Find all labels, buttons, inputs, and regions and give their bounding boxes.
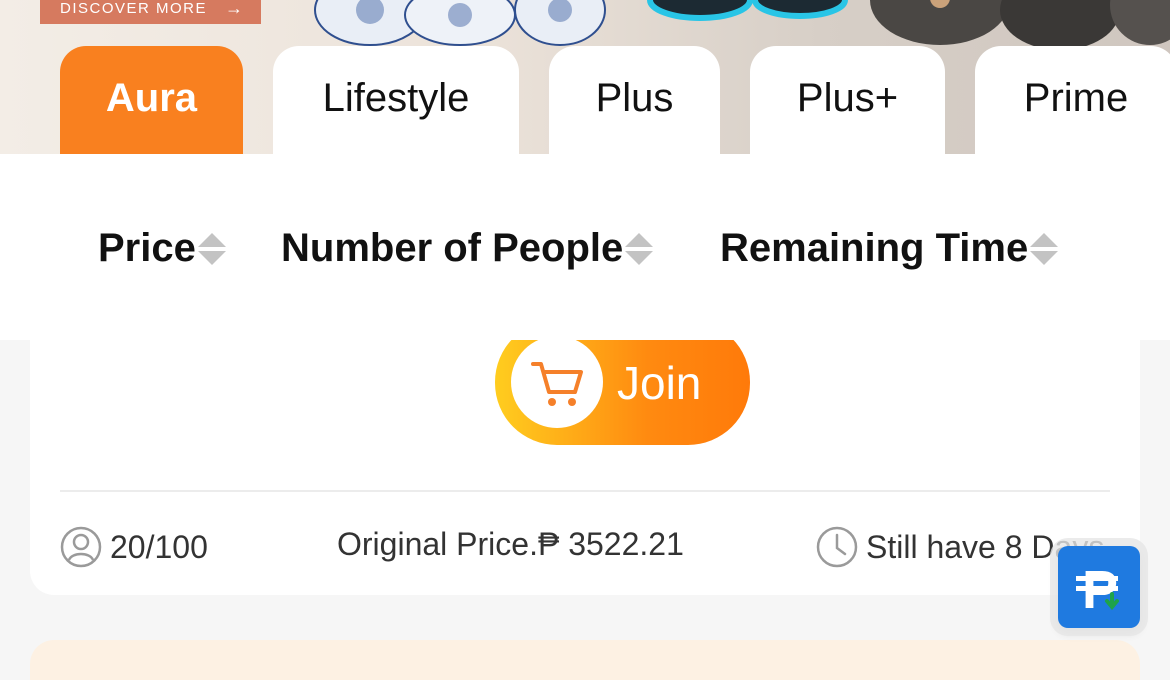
tab-label: Plus	[595, 76, 674, 120]
sort-price[interactable]: Price	[98, 226, 226, 271]
tab-plus[interactable]: Plus	[549, 46, 720, 156]
pan-image	[647, 0, 848, 21]
sort-time[interactable]: Remaining Time	[720, 226, 1059, 271]
sort-people[interactable]: Number of People	[281, 226, 654, 271]
person-icon	[60, 526, 102, 568]
clock-icon	[816, 526, 858, 568]
participants-count: 20/100	[110, 528, 208, 565]
tab-label: Lifestyle	[322, 76, 470, 120]
tab-lifestyle[interactable]: Lifestyle	[273, 46, 519, 156]
tab-plus-plus[interactable]: Plus+	[750, 46, 945, 156]
sort-caret-icon	[197, 232, 226, 265]
discover-more-button[interactable]: DISCOVER MORE →	[40, 0, 261, 24]
divider	[60, 490, 1110, 492]
next-card	[30, 640, 1140, 680]
peso-download-icon: P	[1076, 560, 1119, 618]
join-label: Join	[617, 357, 702, 409]
sort-caret-icon	[625, 232, 654, 265]
discover-more-label: DISCOVER MORE	[60, 0, 208, 17]
tab-aura[interactable]: Aura	[60, 46, 243, 156]
pot-image	[870, 0, 1170, 50]
participants-info: 20/100	[60, 526, 208, 568]
peso-download-button[interactable]: P	[1058, 546, 1140, 628]
sort-time-label: Remaining Time	[720, 226, 1029, 270]
tab-label: Aura	[105, 76, 198, 120]
tab-label: Plus+	[796, 76, 899, 120]
sort-price-label: Price	[98, 226, 196, 270]
tab-label: Prime	[1023, 76, 1129, 120]
sort-people-label: Number of People	[281, 226, 624, 270]
arrow-right-icon: →	[225, 0, 245, 18]
sort-caret-icon	[1030, 232, 1059, 265]
original-price: Original Price.₱ 3522.21	[337, 526, 684, 562]
cart-icon	[511, 336, 603, 428]
tab-prime[interactable]: Prime	[975, 46, 1170, 156]
original-price-info: Original Price.₱ 3522.21	[337, 526, 684, 563]
sort-bar-edge	[480, 300, 770, 340]
